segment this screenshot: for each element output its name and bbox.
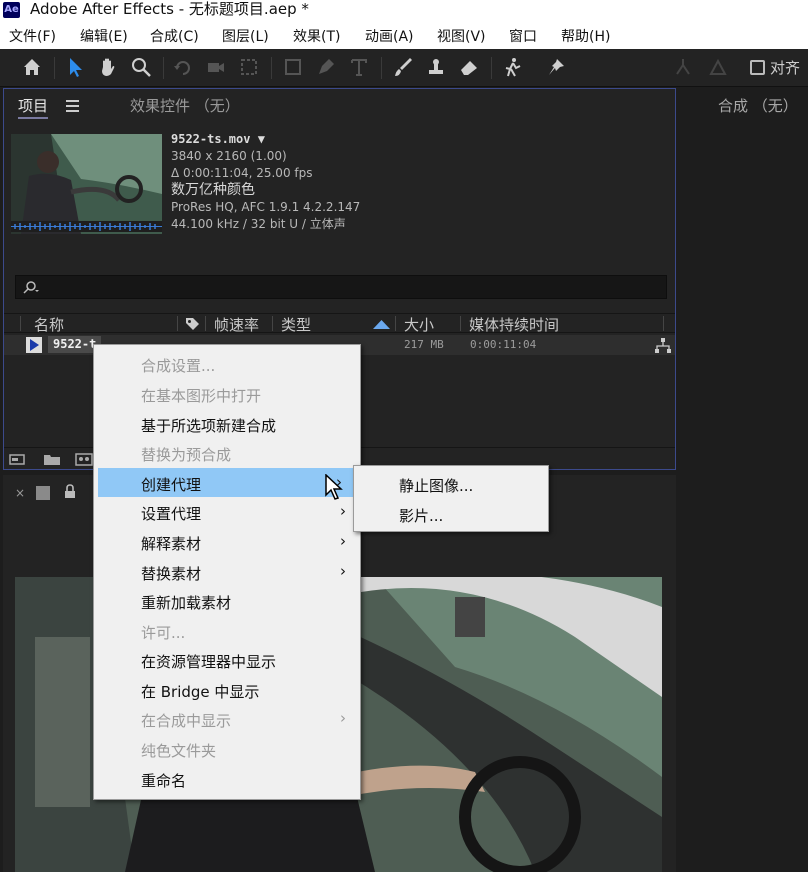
menu-item-composition-settings[interactable]: 合成设置... [94,349,360,378]
menu-item-open-in-essential-graphics[interactable]: 在基本图形中打开 [94,379,360,408]
composition-panel-title[interactable]: 合成 （无） [718,95,798,116]
menu-layer[interactable]: 图层(L) [222,26,269,46]
column-media-duration[interactable]: 媒体持续时间 [469,314,559,335]
tab-effect-controls[interactable]: 效果控件 （无） [130,95,240,116]
type-icon[interactable] [346,54,372,80]
footage-filename[interactable]: 9522-ts.mov ▼ [171,131,360,148]
column-size[interactable]: 大小 [404,314,434,335]
footage-codec: ProRes HQ, AFC 1.9.1 4.2.2.147 [171,200,361,214]
close-icon[interactable]: × [15,486,25,500]
new-folder-icon[interactable] [42,451,62,467]
home-icon[interactable] [19,54,45,80]
puppet-pin-icon[interactable] [543,54,569,80]
selection-arrow-icon[interactable] [62,54,88,80]
footage-duration: Δ 0:00:11:04, 25.00 fps [171,166,313,180]
label-tag-icon[interactable] [185,317,200,331]
panel-menu-icon[interactable] [66,100,79,112]
camera-icon[interactable] [203,54,229,80]
project-search-input[interactable] [15,275,667,299]
menu-item-solids-folder[interactable]: 纯色文件夹 [94,734,360,763]
menu-window[interactable]: 窗口 [509,26,537,46]
row-duration: 0:00:11:04 [470,338,537,351]
menu-composition[interactable]: 合成(C) [150,26,199,46]
menu-item-reload-footage[interactable]: 重新加载素材 [94,586,360,615]
menu-item-replace-footage[interactable]: 替换素材 › [94,557,360,586]
pin-disabled-icon [670,54,696,80]
brush-icon[interactable] [390,54,416,80]
after-effects-logo: Ae [3,2,20,18]
rectangle-icon[interactable] [280,54,306,80]
menu-item-rename[interactable]: 重命名 [94,764,360,793]
pen-icon[interactable] [313,54,339,80]
menu-help[interactable]: 帮助(H) [561,26,610,46]
menu-bar: 文件(F) 编辑(E) 合成(C) 图层(L) 效果(T) 动画(A) 视图(V… [0,20,808,49]
flowchart-icon[interactable] [655,338,671,353]
title-bar: Ae Adobe After Effects - 无标题项目.aep * [0,0,808,20]
align-checkbox[interactable] [750,60,765,75]
menu-item-replace-with-precomp[interactable]: 替换为预合成 [94,438,360,467]
eraser-icon[interactable] [456,54,482,80]
panel-color-square-icon [36,486,50,500]
submenu-arrow-icon: › [340,709,346,727]
footage-file-icon [26,337,42,353]
clone-stamp-icon[interactable] [423,54,449,80]
menu-item-reveal-in-explorer[interactable]: 在资源管理器中显示 [94,645,360,674]
column-type[interactable]: 类型 [281,314,311,335]
axis-disabled-icon [705,54,731,80]
hand-icon[interactable] [95,54,121,80]
submenu-item-still-image[interactable]: 静止图像... [354,469,548,498]
row-size: 217 MB [404,338,444,351]
new-composition-icon[interactable] [74,451,94,467]
submenu-arrow-icon: › [340,502,346,520]
menu-file[interactable]: 文件(F) [9,26,56,46]
sort-ascending-icon[interactable] [373,320,390,329]
submenu-item-movie[interactable]: 影片... [354,499,548,528]
menu-item-set-proxy[interactable]: 设置代理 › [94,497,360,526]
tab-project[interactable]: 项目 [18,95,49,119]
column-frame-rate[interactable]: 帧速率 [214,314,259,335]
footage-audio: 44.100 kHz / 32 bit U / 立体声 [171,217,346,231]
rotate-icon[interactable] [170,54,196,80]
align-label: 对齐 [770,59,801,77]
mouse-cursor-icon [325,474,343,500]
menu-item-create-proxy[interactable]: 创建代理 › [98,468,356,497]
submenu-arrow-icon: › [340,562,346,580]
menu-animation[interactable]: 动画(A) [365,26,414,46]
menu-item-new-comp-from-selection[interactable]: 基于所选项新建合成 [94,409,360,438]
menu-item-interpret-footage[interactable]: 解释素材 › [94,527,360,556]
zoom-icon[interactable] [128,54,154,80]
pan-behind-icon[interactable] [236,54,262,80]
footage-thumbnail [11,134,162,234]
menu-edit[interactable]: 编辑(E) [80,26,128,46]
column-header: 名称 帧速率 类型 大小 媒体持续时间 [4,313,675,335]
context-menu: 合成设置... 在基本图形中打开 基于所选项新建合成 替换为预合成 创建代理 › … [93,344,361,800]
menu-item-reveal-in-bridge[interactable]: 在 Bridge 中显示 [94,675,360,704]
lock-icon[interactable] [64,484,76,499]
search-icon [23,281,39,294]
audio-waveform [11,221,162,232]
column-name[interactable]: 名称 [34,314,64,335]
panel-tabs: 项目 效果控件 （无） [4,89,675,123]
roto-brush-icon[interactable] [500,54,526,80]
create-proxy-submenu: 静止图像... 影片... [353,465,549,532]
footage-info: 9522-ts.mov ▼ 3840 x 2160 (1.00) Δ 0:00:… [171,131,360,233]
interpret-footage-icon[interactable] [8,451,28,467]
menu-effect[interactable]: 效果(T) [293,26,340,46]
footage-colors: 数万亿种颜色 [171,182,255,198]
footage-resolution: 3840 x 2160 (1.00) [171,149,287,163]
menu-view[interactable]: 视图(V) [437,26,486,46]
menu-item-reveal-in-composition[interactable]: 在合成中显示 › [94,704,360,733]
window-title: Adobe After Effects - 无标题项目.aep * [30,0,309,18]
submenu-arrow-icon: › [340,532,346,550]
tools-toolbar: 对齐 [0,49,808,87]
menu-item-license[interactable]: 许可... [94,616,360,645]
